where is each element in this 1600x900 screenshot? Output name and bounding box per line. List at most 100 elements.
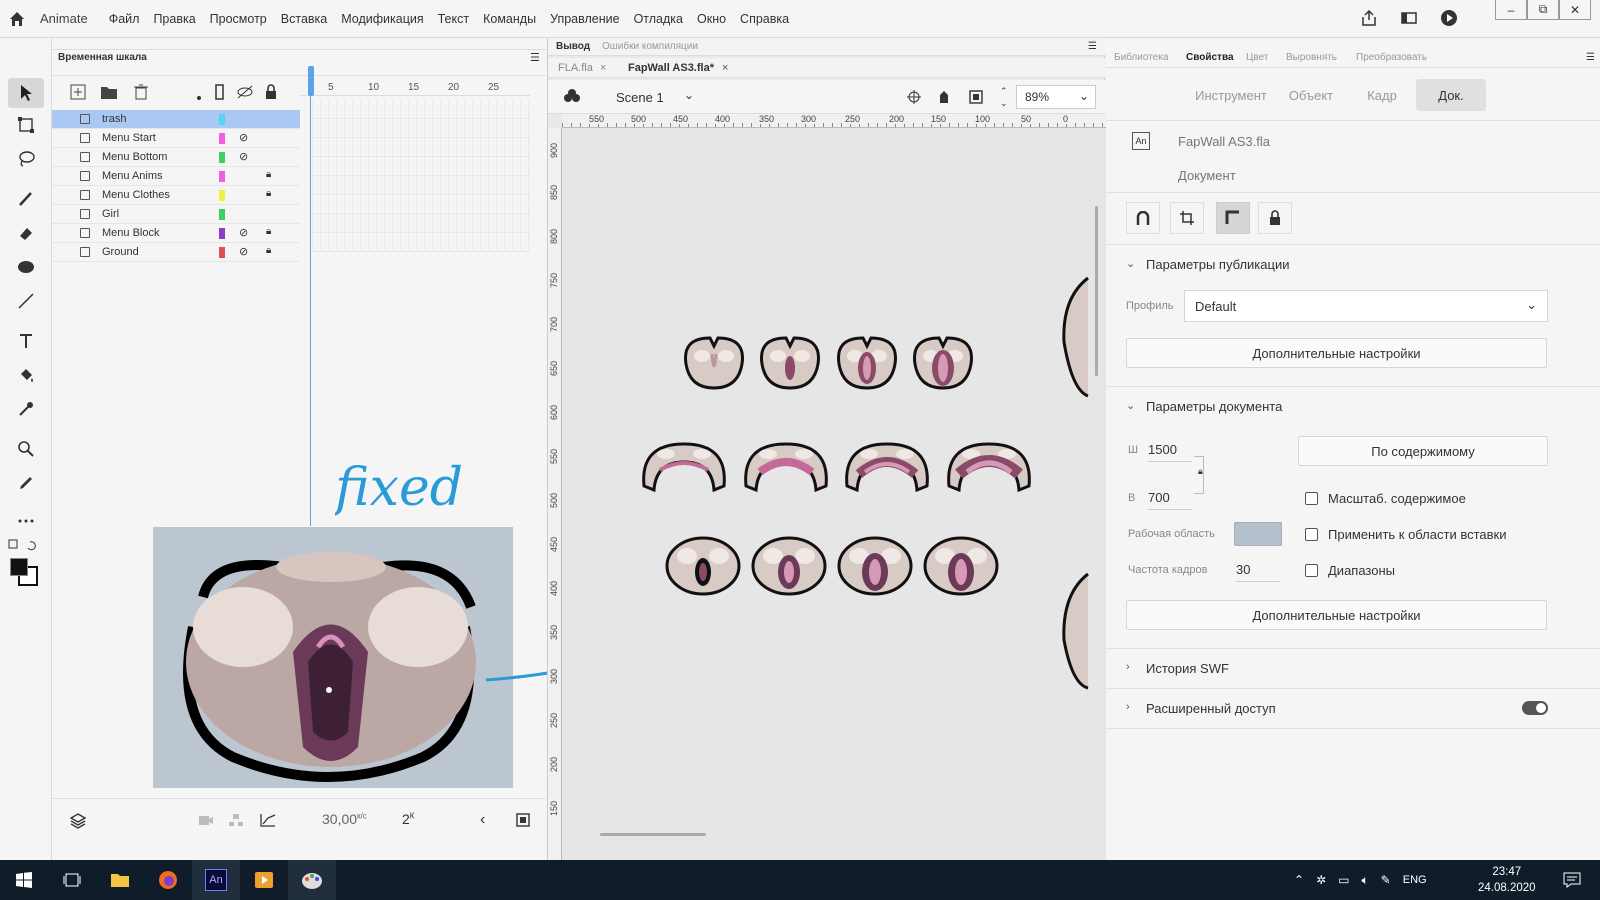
tab-fla[interactable]: FLA.fla bbox=[558, 62, 593, 74]
scene-icon[interactable] bbox=[564, 88, 580, 107]
layer-row[interactable]: Menu Block ⊘ 🔒︎ bbox=[52, 224, 300, 243]
frame-ruler[interactable]: 5 10 15 20 25 bbox=[300, 66, 530, 96]
pencil-tool-icon[interactable] bbox=[8, 468, 44, 498]
tab-color[interactable]: Цвет bbox=[1246, 52, 1268, 63]
network-icon[interactable]: ▭ bbox=[1338, 873, 1349, 887]
language-indicator[interactable]: ENG bbox=[1403, 874, 1427, 886]
clip-icon[interactable] bbox=[968, 89, 984, 108]
tray-chevron-up-icon[interactable]: ⌃ bbox=[1294, 873, 1304, 887]
hide-all-eye-icon[interactable] bbox=[236, 84, 254, 103]
extended-access-header[interactable]: › Расширенный доступ bbox=[1106, 688, 1600, 728]
vertical-ruler[interactable]: 900 850 800 750 700 650 600 550 500 450 … bbox=[548, 128, 562, 860]
hidden-eye-icon[interactable]: ⊘ bbox=[239, 150, 248, 163]
tab-output[interactable]: Вывод bbox=[556, 41, 590, 52]
panel-menu-icon[interactable]: ☰ bbox=[1088, 41, 1097, 52]
height-field[interactable]: 700 bbox=[1148, 490, 1192, 510]
menu-modify[interactable]: Модификация bbox=[334, 12, 430, 26]
share-icon[interactable] bbox=[1360, 9, 1378, 30]
notifications-icon[interactable] bbox=[1548, 860, 1596, 900]
swf-history-header[interactable]: › История SWF bbox=[1106, 648, 1600, 688]
line-tool-icon[interactable] bbox=[8, 286, 44, 316]
layer-color[interactable] bbox=[219, 152, 225, 163]
zoom-stepper-icon[interactable]: ⌃ ⌄ bbox=[1000, 85, 1008, 109]
chevron-left-icon[interactable]: ‹ bbox=[480, 811, 485, 829]
menu-view[interactable]: Просмотр bbox=[203, 12, 274, 26]
minimize-button[interactable]: ‒ bbox=[1495, 0, 1527, 20]
graph-icon[interactable] bbox=[260, 813, 276, 830]
layer-name[interactable]: Menu Anims bbox=[102, 170, 163, 182]
lock-icon[interactable]: 🔒︎ bbox=[266, 188, 271, 199]
playhead[interactable] bbox=[308, 66, 314, 96]
oval-tool-icon[interactable] bbox=[8, 252, 44, 282]
paint-bucket-icon[interactable] bbox=[8, 360, 44, 390]
layer-color[interactable] bbox=[219, 247, 225, 258]
layers-icon[interactable] bbox=[69, 813, 87, 832]
extended-access-toggle[interactable] bbox=[1522, 701, 1548, 715]
layer-name[interactable]: Menu Start bbox=[102, 132, 156, 144]
paint-app-icon[interactable] bbox=[288, 860, 336, 900]
advanced-settings-button[interactable]: Дополнительные настройки bbox=[1126, 338, 1547, 368]
menu-debug[interactable]: Отладка bbox=[627, 12, 690, 26]
vertical-scrollbar[interactable] bbox=[1095, 206, 1098, 376]
frame-grid[interactable]: 5 10 15 20 25 bbox=[300, 66, 530, 256]
segment-document[interactable]: Док. bbox=[1416, 79, 1486, 111]
pen-icon[interactable]: ✎ bbox=[1381, 873, 1391, 887]
volume-icon[interactable]: 🔈︎ bbox=[1361, 873, 1368, 888]
layer-color[interactable] bbox=[219, 171, 225, 182]
layer-color[interactable] bbox=[219, 114, 225, 125]
horizontal-ruler[interactable]: 550 500 450 400 350 300 250 200 150 100 … bbox=[562, 114, 1106, 128]
tab-align[interactable]: Выровнять bbox=[1286, 52, 1337, 63]
width-field[interactable]: 1500 bbox=[1148, 442, 1192, 462]
camera-icon[interactable] bbox=[198, 813, 214, 830]
segment-frame[interactable]: Кадр bbox=[1352, 79, 1412, 111]
fps-display[interactable]: 30,00к/с bbox=[322, 811, 367, 827]
fit-content-button[interactable]: По содержимому bbox=[1298, 436, 1548, 466]
current-frame[interactable]: 2К bbox=[402, 811, 414, 827]
menu-file[interactable]: Файл bbox=[102, 12, 147, 26]
workspace-icon[interactable] bbox=[1400, 9, 1418, 30]
test-movie-icon[interactable] bbox=[1440, 9, 1458, 30]
rotate-icon[interactable] bbox=[936, 89, 954, 108]
scene-name[interactable]: Scene 1 bbox=[616, 90, 664, 105]
publish-settings-header[interactable]: ⌄ Параметры публикации bbox=[1106, 244, 1600, 284]
lock-icon[interactable]: 🔒︎ bbox=[266, 245, 271, 256]
layer-name[interactable]: Ground bbox=[102, 246, 139, 258]
stage-artwork[interactable] bbox=[562, 128, 1106, 860]
layer-row[interactable]: Girl bbox=[52, 205, 300, 224]
menu-window[interactable]: Окно bbox=[690, 12, 733, 26]
layer-color[interactable] bbox=[219, 190, 225, 201]
tab-library[interactable]: Библиотека bbox=[1114, 52, 1168, 63]
segment-tool[interactable]: Инструмент bbox=[1186, 79, 1276, 111]
menu-commands[interactable]: Команды bbox=[476, 12, 543, 26]
fill-stroke-swatch[interactable] bbox=[8, 556, 40, 588]
layer-row[interactable]: Menu Clothes 🔒︎ bbox=[52, 186, 300, 205]
animate-taskbar-icon[interactable]: An bbox=[192, 860, 240, 900]
selection-tool-icon[interactable] bbox=[8, 78, 44, 108]
tab-properties[interactable]: Свойства bbox=[1186, 52, 1234, 63]
stage-canvas[interactable] bbox=[562, 128, 1106, 860]
hidden-eye-icon[interactable]: ⊘ bbox=[239, 245, 248, 258]
menu-text[interactable]: Текст bbox=[431, 12, 476, 26]
task-view-icon[interactable] bbox=[48, 860, 96, 900]
new-folder-icon[interactable] bbox=[100, 84, 118, 103]
layer-name[interactable]: Menu Clothes bbox=[102, 189, 170, 201]
layer-name[interactable]: trash bbox=[102, 113, 126, 125]
advanced-settings-button-2[interactable]: Дополнительные настройки bbox=[1126, 600, 1547, 630]
lock-icon[interactable]: 🔒︎ bbox=[266, 169, 271, 180]
free-transform-tool-icon[interactable] bbox=[8, 110, 44, 140]
menu-help[interactable]: Справка bbox=[733, 12, 796, 26]
link-lock-icon[interactable]: 🔒︎ bbox=[1198, 466, 1203, 477]
media-player-icon[interactable] bbox=[240, 860, 288, 900]
new-layer-icon[interactable] bbox=[70, 84, 86, 103]
layer-color[interactable] bbox=[219, 209, 225, 220]
zoom-tool-icon[interactable] bbox=[8, 434, 44, 464]
chevron-down-icon[interactable]: ⌄ bbox=[1079, 89, 1089, 103]
fps-field[interactable]: 30 bbox=[1236, 562, 1280, 582]
stage-color-swatch[interactable] bbox=[1234, 522, 1282, 546]
eraser-tool-icon[interactable] bbox=[8, 218, 44, 248]
brush-tool-icon[interactable] bbox=[8, 184, 44, 214]
tab-fapwall[interactable]: FapWall AS3.fla* bbox=[628, 62, 714, 74]
layer-color[interactable] bbox=[219, 228, 225, 239]
rulers-icon[interactable] bbox=[1216, 202, 1250, 234]
swap-colors-icon[interactable] bbox=[8, 538, 44, 555]
